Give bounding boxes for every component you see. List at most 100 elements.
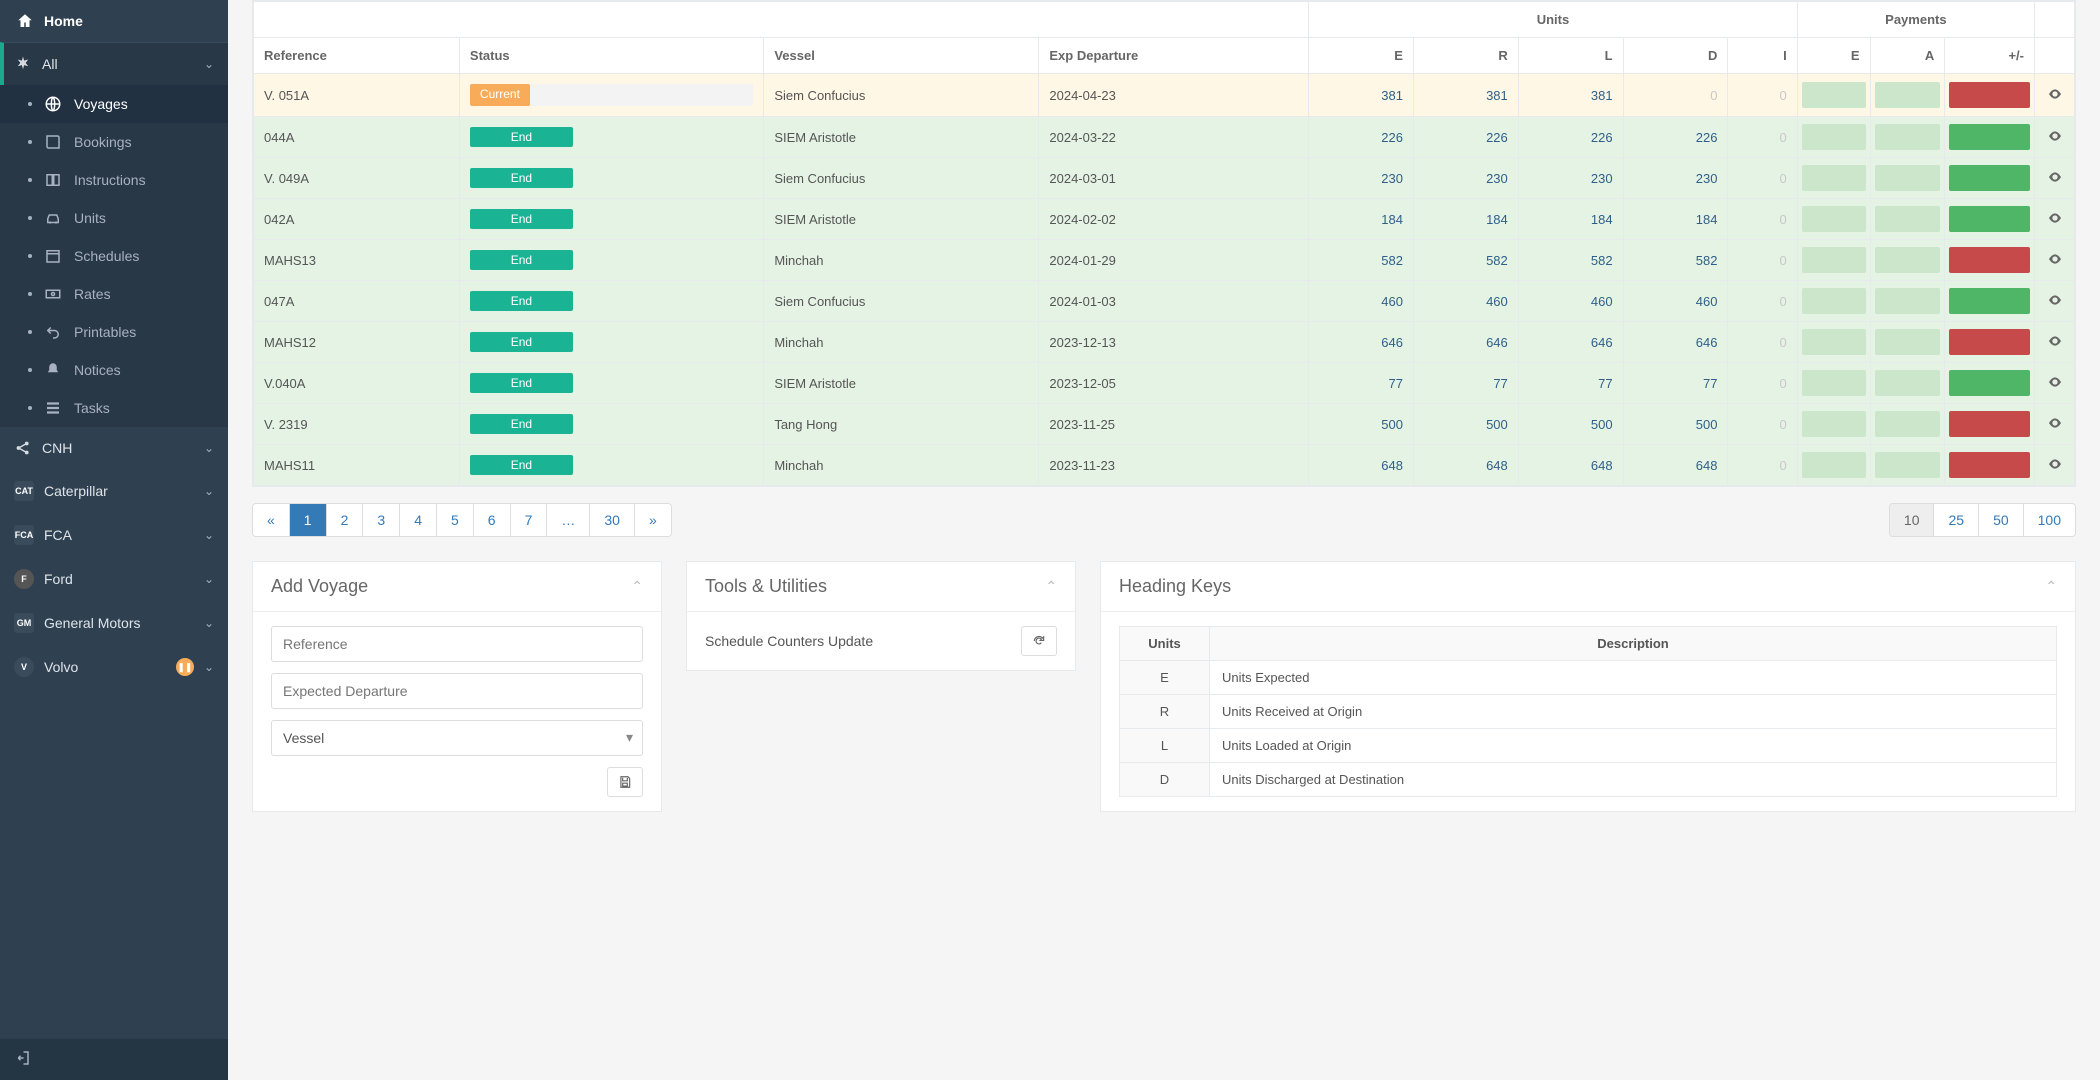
globe-icon (44, 95, 62, 113)
cell-exp-departure: 2023-12-13 (1039, 322, 1309, 363)
th-units-i[interactable]: I (1728, 38, 1797, 74)
view-row-button[interactable] (2035, 445, 2075, 486)
nav-bookings[interactable]: Bookings (0, 123, 228, 161)
nav-rates-label: Rates (74, 286, 111, 302)
th-group-payments: Payments (1797, 2, 2034, 38)
th-units-r[interactable]: R (1413, 38, 1518, 74)
size-25[interactable]: 25 (1934, 504, 1979, 536)
tasks-icon (44, 399, 62, 417)
vessel-select[interactable]: Vessel (271, 720, 643, 756)
page-2[interactable]: 2 (327, 504, 364, 536)
view-row-button[interactable] (2035, 158, 2075, 199)
view-row-button[interactable] (2035, 74, 2075, 117)
nav-caterpillar[interactable]: CAT Caterpillar ⌄ (0, 469, 228, 513)
th-exp-departure[interactable]: Exp Departure (1039, 38, 1309, 74)
table-row[interactable]: 044AEndSIEM Aristotle2024-03-22226226226… (254, 117, 2075, 158)
view-row-button[interactable] (2035, 199, 2075, 240)
table-row[interactable]: MAHS13EndMinchah2024-01-295825825825820 (254, 240, 2075, 281)
nav-all[interactable]: All ⌄ (0, 42, 228, 85)
view-row-button[interactable] (2035, 363, 2075, 404)
cat-logo-icon: CAT (14, 481, 34, 501)
page-next[interactable]: » (635, 504, 671, 536)
page-5[interactable]: 5 (437, 504, 474, 536)
status-badge: End (470, 250, 573, 270)
nav-fca[interactable]: FCA FCA ⌄ (0, 513, 228, 557)
view-row-button[interactable] (2035, 322, 2075, 363)
th-vessel[interactable]: Vessel (764, 38, 1039, 74)
page-4[interactable]: 4 (400, 504, 437, 536)
logout-button[interactable] (16, 1054, 34, 1070)
cell-vessel: Minchah (764, 445, 1039, 486)
table-row[interactable]: V. 049AEndSiem Confucius2024-03-01230230… (254, 158, 2075, 199)
eye-icon (2047, 210, 2063, 226)
nav-rates[interactable]: Rates (0, 275, 228, 313)
th-pay-pm[interactable]: +/- (1945, 38, 2035, 74)
cell-units-e: 646 (1309, 322, 1414, 363)
table-row[interactable]: 047AEndSiem Confucius2024-01-03460460460… (254, 281, 2075, 322)
keys-row: EUnits Expected (1120, 661, 2057, 695)
nav-notices[interactable]: Notices (0, 351, 228, 389)
cell-vessel: Minchah (764, 240, 1039, 281)
keys-title: Heading Keys (1119, 576, 2045, 597)
page-3[interactable]: 3 (363, 504, 400, 536)
view-row-button[interactable] (2035, 404, 2075, 445)
th-units-d[interactable]: D (1623, 38, 1728, 74)
nav-home[interactable]: Home (0, 0, 228, 42)
th-pay-e[interactable]: E (1797, 38, 1870, 74)
view-row-button[interactable] (2035, 117, 2075, 158)
nav-volvo[interactable]: V Volvo ❚❚ ⌄ (0, 645, 228, 689)
status-badge: Current (470, 84, 530, 106)
th-units-e[interactable]: E (1309, 38, 1414, 74)
nav-printables[interactable]: Printables (0, 313, 228, 351)
table-row[interactable]: V. 051ACurrentSiem Confucius2024-04-2338… (254, 74, 2075, 117)
collapse-icon[interactable]: ⌃ (2045, 578, 2057, 595)
status-badge: End (470, 414, 573, 434)
nav-gm[interactable]: GM General Motors ⌄ (0, 601, 228, 645)
refresh-counters-button[interactable] (1021, 626, 1057, 656)
nav-ford[interactable]: F Ford ⌄ (0, 557, 228, 601)
save-voyage-button[interactable] (607, 767, 643, 797)
nav-cnh[interactable]: CNH ⌄ (0, 427, 228, 469)
tools-panel: Tools & Utilities ⌃ Schedule Counters Up… (686, 561, 1076, 671)
cell-reference: MAHS13 (254, 240, 460, 281)
nav-printables-label: Printables (74, 324, 136, 340)
page-6[interactable]: 6 (474, 504, 511, 536)
size-10[interactable]: 10 (1890, 504, 1935, 536)
chevron-down-icon: ⌄ (204, 484, 214, 498)
table-row[interactable]: V.040AEndSIEM Aristotle2023-12-057777777… (254, 363, 2075, 404)
page-7[interactable]: 7 (511, 504, 548, 536)
view-row-button[interactable] (2035, 281, 2075, 322)
key-code: R (1120, 695, 1210, 729)
nav-instructions[interactable]: Instructions (0, 161, 228, 199)
size-100[interactable]: 100 (2024, 504, 2075, 536)
table-row[interactable]: MAHS12EndMinchah2023-12-136466466466460 (254, 322, 2075, 363)
cell-exp-departure: 2024-01-29 (1039, 240, 1309, 281)
cell-units-i: 0 (1728, 281, 1797, 322)
collapse-icon[interactable]: ⌃ (1045, 578, 1057, 595)
table-row[interactable]: MAHS11EndMinchah2023-11-236486486486480 (254, 445, 2075, 486)
cell-reference: MAHS11 (254, 445, 460, 486)
page-last[interactable]: 30 (590, 504, 635, 536)
th-reference[interactable]: Reference (254, 38, 460, 74)
th-units-l[interactable]: L (1518, 38, 1623, 74)
view-row-button[interactable] (2035, 240, 2075, 281)
sidebar: Home All ⌄ Voyages Bookings Instructions… (0, 0, 228, 1080)
table-row[interactable]: 042AEndSIEM Aristotle2024-02-02184184184… (254, 199, 2075, 240)
size-50[interactable]: 50 (1979, 504, 2024, 536)
cell-reference: 042A (254, 199, 460, 240)
nav-units[interactable]: Units (0, 199, 228, 237)
collapse-icon[interactable]: ⌃ (631, 578, 643, 595)
page-1[interactable]: 1 (290, 504, 327, 536)
th-status[interactable]: Status (459, 38, 763, 74)
cell-units-d: 646 (1623, 322, 1728, 363)
cell-units-l: 184 (1518, 199, 1623, 240)
reference-input[interactable] (271, 626, 643, 662)
nav-voyages[interactable]: Voyages (0, 85, 228, 123)
nav-schedules[interactable]: Schedules (0, 237, 228, 275)
table-row[interactable]: V. 2319EndTang Hong2023-11-2550050050050… (254, 404, 2075, 445)
cell-units-r: 77 (1413, 363, 1518, 404)
nav-tasks[interactable]: Tasks (0, 389, 228, 427)
page-prev[interactable]: « (253, 504, 290, 536)
th-pay-a[interactable]: A (1870, 38, 1945, 74)
expected-departure-input[interactable] (271, 673, 643, 709)
